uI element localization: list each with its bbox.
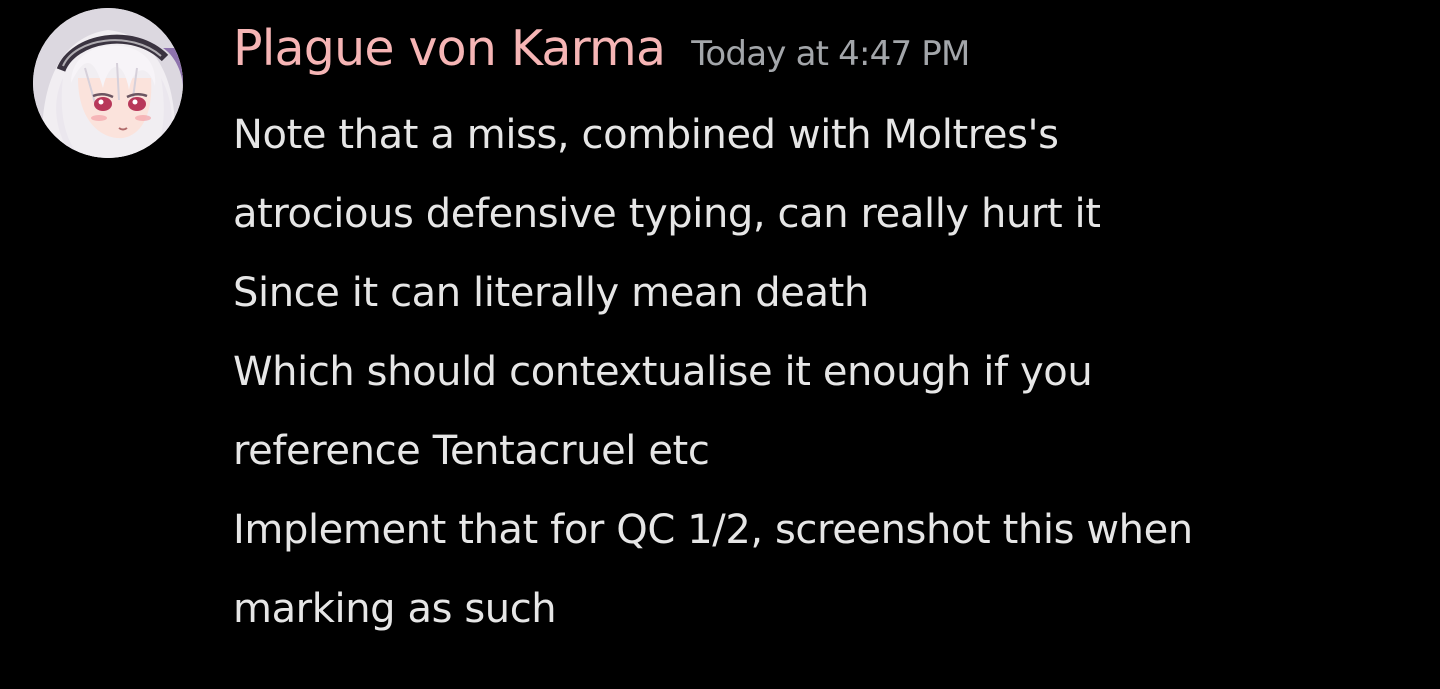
chat-message: Plague von Karma Today at 4:47 PM Note t… (0, 0, 1440, 689)
message-line: Since it can literally mean death (233, 270, 869, 316)
message-line: Note that a miss, combined with Moltres'… (233, 112, 1059, 158)
user-avatar[interactable] (33, 8, 183, 158)
message-line: marking as such (233, 586, 557, 632)
author-username[interactable]: Plague von Karma (233, 14, 666, 84)
message-header: Plague von Karma Today at 4:47 PM (233, 14, 970, 84)
message-timestamp: Today at 4:47 PM (691, 34, 970, 74)
avatar-image-icon (33, 8, 183, 158)
message-line: Implement that for QC 1/2, screenshot th… (233, 507, 1193, 553)
message-line: Which should contextualise it enough if … (233, 349, 1093, 395)
message-content: Note that a miss, combined with Moltres'… (233, 96, 1423, 649)
message-line: atrocious defensive typing, can really h… (233, 191, 1101, 237)
message-line: reference Tentacruel etc (233, 428, 710, 474)
